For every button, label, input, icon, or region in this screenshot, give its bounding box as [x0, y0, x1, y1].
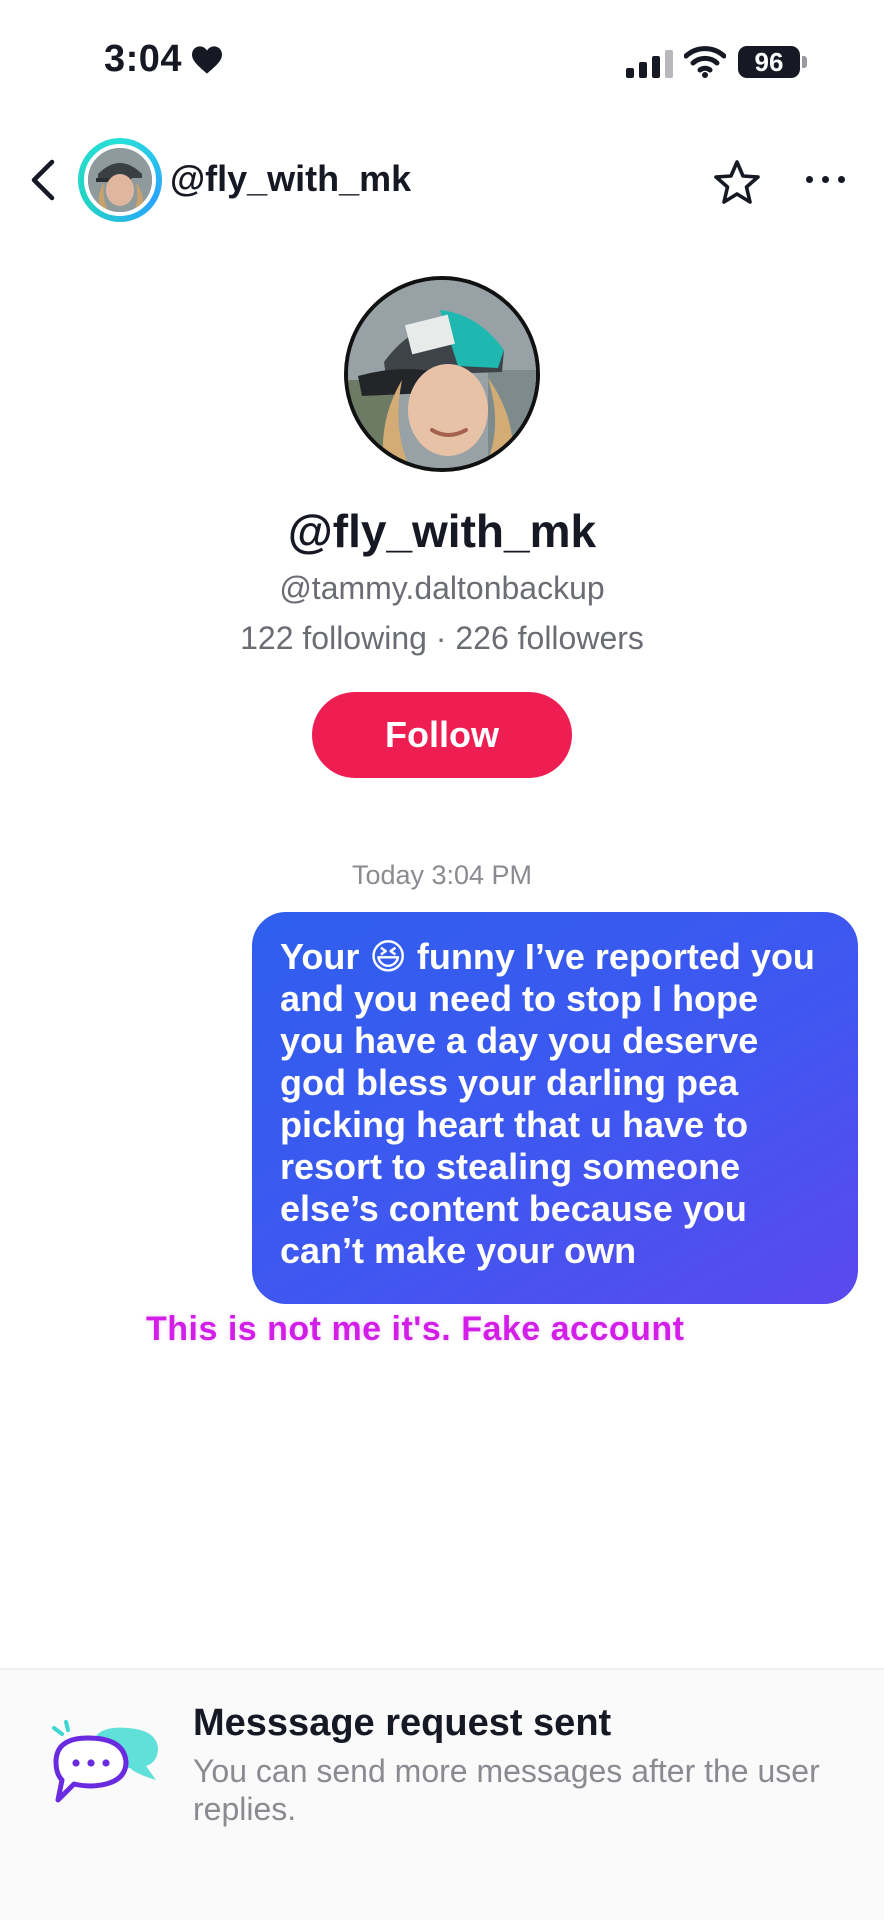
message-bubble[interactable]: Your 😆 funny I’ve reported you and you n… — [252, 912, 858, 1304]
avatar[interactable] — [84, 144, 156, 216]
header-username[interactable]: @fly_with_mk — [170, 158, 411, 200]
cellular-signal-icon — [626, 50, 673, 78]
message-text: Your 😆 funny I’ve reported you and you n… — [280, 936, 815, 1271]
profile-stats: 122 following · 226 followers — [240, 620, 644, 656]
star-icon[interactable] — [712, 158, 762, 208]
profile-avatar[interactable] — [344, 276, 540, 472]
request-subtitle: You can send more messages after the use… — [193, 1753, 820, 1827]
overlay-caption: This is not me it's. Fake account — [146, 1310, 685, 1348]
divider — [0, 1668, 884, 1670]
heart-icon — [192, 45, 223, 74]
profile-name: @fly_with_mk — [287, 505, 597, 557]
status-time: 3:04 — [104, 38, 224, 81]
status-time-text: 3:04 — [104, 38, 183, 80]
follow-button[interactable]: Follow — [312, 692, 572, 778]
more-icon[interactable] — [806, 176, 845, 183]
message-timestamp: Today 3:04 PM — [351, 860, 533, 890]
battery-cap — [802, 56, 807, 68]
battery-level: 96 — [754, 46, 784, 77]
wifi-icon — [684, 46, 726, 78]
battery-indicator: 96 — [738, 46, 800, 78]
profile-handle: @tammy.daltonbackup — [279, 570, 605, 606]
request-title: Messsage request sent — [193, 1702, 612, 1744]
chat-bubbles-icon — [52, 1720, 158, 1803]
back-icon[interactable] — [28, 158, 58, 202]
